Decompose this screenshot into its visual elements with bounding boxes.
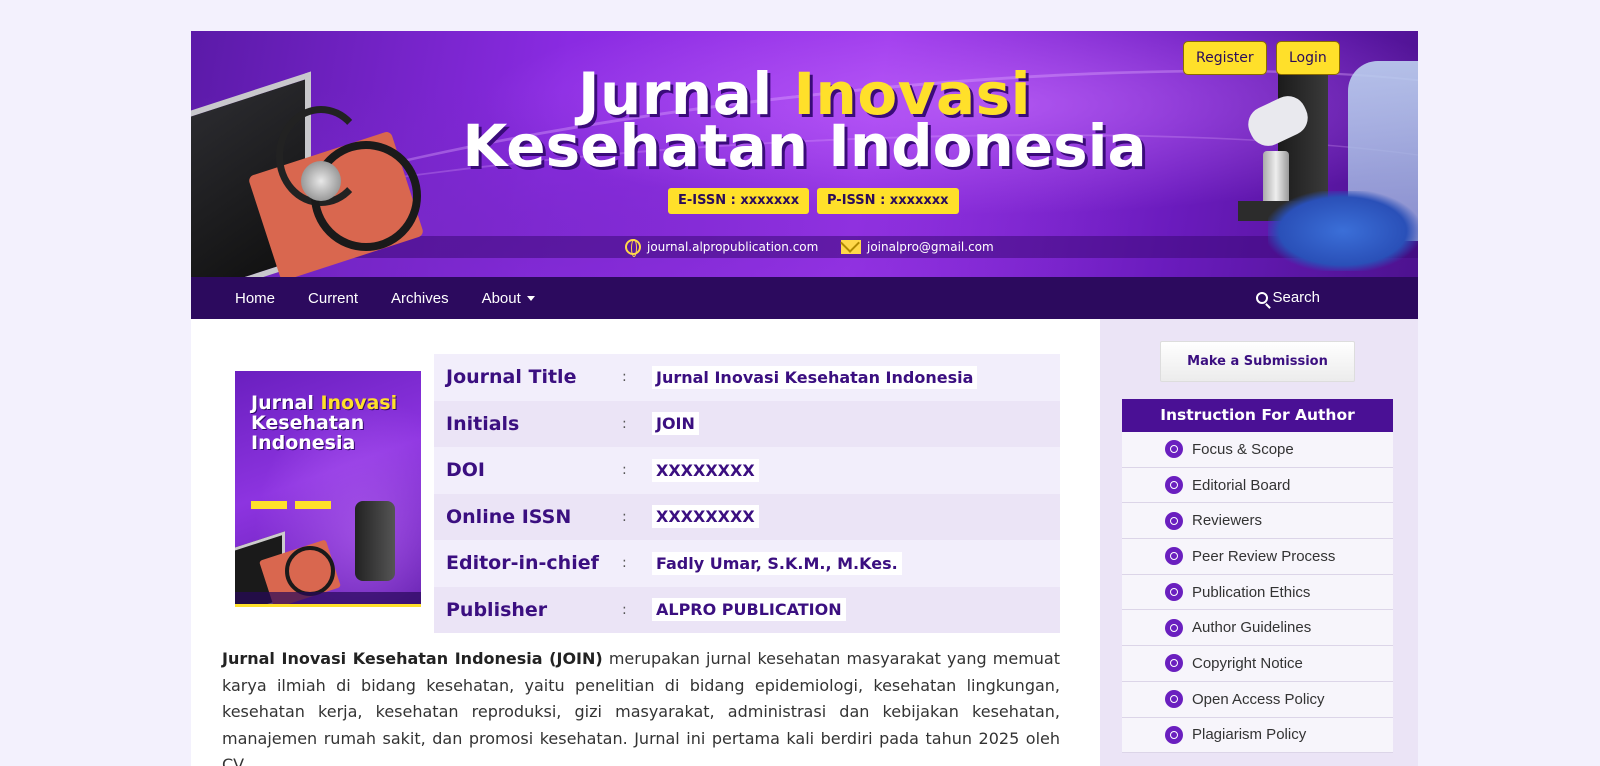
email-contact[interactable]: joinalpro@gmail.com bbox=[841, 238, 994, 256]
info-key: Initials bbox=[446, 412, 520, 435]
description-bold: Jurnal Inovasi Kesehatan Indonesia (JOIN… bbox=[222, 649, 603, 668]
email-text: joinalpro@gmail.com bbox=[867, 240, 994, 254]
info-key: Online ISSN bbox=[446, 505, 572, 528]
info-row: Editor-in-chief : Fadly Umar, S.K.M., M.… bbox=[434, 540, 1060, 587]
login-button[interactable]: Login bbox=[1276, 41, 1340, 75]
cover-title-highlight: Inovasi bbox=[320, 392, 398, 414]
sidebar-item-author-guidelines[interactable]: Author Guidelines bbox=[1122, 610, 1393, 647]
info-row: DOI : XXXXXXXX bbox=[434, 447, 1060, 494]
sidebar-item-label: Plagiarism Policy bbox=[1192, 726, 1307, 744]
nav-about[interactable]: About bbox=[482, 290, 535, 307]
target-icon bbox=[1165, 440, 1183, 459]
nav-about-label: About bbox=[481, 289, 521, 307]
review-process-icon bbox=[1165, 547, 1183, 566]
group-icon bbox=[1165, 476, 1183, 495]
make-submission-button[interactable]: Make a Submission bbox=[1160, 341, 1355, 382]
info-key: Editor-in-chief bbox=[446, 552, 599, 575]
header-banner: Jurnal Inovasi Kesehatan Indonesia E-ISS… bbox=[191, 31, 1418, 277]
main-nav: Home Current Archives About Search bbox=[191, 277, 1418, 319]
sidebar-item-label: Open Access Policy bbox=[1192, 690, 1325, 708]
info-separator: : bbox=[622, 508, 627, 525]
sidebar-item-label: Peer Review Process bbox=[1192, 547, 1336, 565]
journal-description: Jurnal Inovasi Kesehatan Indonesia (JOIN… bbox=[222, 646, 1060, 766]
register-button[interactable]: Register bbox=[1183, 41, 1267, 75]
glove-image bbox=[1268, 191, 1418, 271]
cover-title-part1: Jurnal bbox=[251, 392, 314, 414]
ethics-icon bbox=[1165, 583, 1183, 602]
info-row: Journal Title : Jurnal Inovasi Kesehatan… bbox=[434, 354, 1060, 401]
sidebar-item-focus-scope[interactable]: Focus & Scope bbox=[1122, 432, 1393, 468]
website-contact[interactable]: journal.alpropublication.com bbox=[625, 238, 819, 257]
instruction-list: Focus & Scope Editorial Board Reviewers … bbox=[1122, 432, 1393, 754]
sidebar-item-label: Editorial Board bbox=[1192, 476, 1291, 494]
sidebar-item-label: Publication Ethics bbox=[1192, 583, 1311, 601]
globe-icon bbox=[625, 239, 641, 257]
caret-down-icon bbox=[526, 296, 535, 302]
sidebar-item-copyright[interactable]: Copyright Notice bbox=[1122, 646, 1393, 682]
info-value: XXXXXXXX bbox=[652, 505, 759, 529]
info-key: Journal Title bbox=[446, 366, 577, 389]
search-icon bbox=[1256, 291, 1269, 304]
sidebar-item-label: Focus & Scope bbox=[1192, 440, 1294, 458]
sidebar: Make a Submission Instruction For Author… bbox=[1100, 319, 1418, 766]
info-row: Initials : JOIN bbox=[434, 400, 1060, 447]
title-line2: Kesehatan Indonesia bbox=[462, 112, 1147, 180]
reviewer-icon bbox=[1165, 511, 1183, 530]
info-key: Publisher bbox=[446, 598, 548, 621]
banner-title: Jurnal Inovasi Kesehatan Indonesia bbox=[191, 65, 1418, 175]
info-value: XXXXXXXX bbox=[652, 458, 759, 482]
sidebar-item-peer-review[interactable]: Peer Review Process bbox=[1122, 539, 1393, 575]
search-label: Search bbox=[1272, 289, 1320, 306]
nav-archives[interactable]: Archives bbox=[391, 290, 449, 307]
sidebar-item-label: Reviewers bbox=[1192, 512, 1263, 530]
info-row: Online ISSN : XXXXXXXX bbox=[434, 493, 1060, 540]
open-lock-icon bbox=[1165, 690, 1183, 709]
info-separator: : bbox=[622, 415, 627, 432]
nav-search[interactable]: Search bbox=[1256, 289, 1320, 306]
info-separator: : bbox=[622, 369, 627, 386]
author-icon bbox=[1165, 618, 1183, 637]
cover-title-line2: Kesehatan bbox=[251, 412, 365, 434]
pissn-badge: P-ISSN : xxxxxxx bbox=[817, 188, 959, 214]
info-separator: : bbox=[622, 555, 627, 572]
info-value: Fadly Umar, S.K.M., M.Kes. bbox=[652, 551, 902, 575]
eissn-badge: E-ISSN : xxxxxxx bbox=[668, 188, 810, 214]
info-separator: : bbox=[622, 462, 627, 479]
journal-info-table: Journal Title : Jurnal Inovasi Kesehatan… bbox=[434, 354, 1060, 633]
sidebar-item-open-access[interactable]: Open Access Policy bbox=[1122, 681, 1393, 718]
sidebar-item-publication-ethics[interactable]: Publication Ethics bbox=[1122, 574, 1393, 611]
cover-issn-badge bbox=[251, 501, 287, 509]
mail-icon bbox=[841, 240, 861, 254]
cover-issn-badge bbox=[295, 501, 331, 509]
sidebar-item-label: Author Guidelines bbox=[1192, 619, 1312, 637]
journal-cover: Jurnal Inovasi Kesehatan Indonesia bbox=[235, 371, 421, 607]
nav-home[interactable]: Home bbox=[235, 290, 275, 307]
info-key: DOI bbox=[446, 459, 485, 482]
sidebar-item-editorial-board[interactable]: Editorial Board bbox=[1122, 467, 1393, 504]
info-separator: : bbox=[622, 601, 627, 618]
cover-microscope-image bbox=[355, 501, 395, 581]
cover-footer-band bbox=[235, 592, 421, 604]
plagiarism-icon bbox=[1165, 725, 1183, 744]
info-value: JOIN bbox=[652, 412, 699, 436]
website-text: journal.alpropublication.com bbox=[647, 240, 819, 254]
cover-stethoscope-image bbox=[285, 546, 335, 596]
cover-title-line3: Indonesia bbox=[251, 432, 356, 454]
page-wrapper: Jurnal Inovasi Kesehatan Indonesia E-ISS… bbox=[191, 31, 1418, 766]
sidebar-item-reviewers[interactable]: Reviewers bbox=[1122, 503, 1393, 540]
nav-current[interactable]: Current bbox=[308, 290, 358, 307]
info-value: Jurnal Inovasi Kesehatan Indonesia bbox=[652, 365, 978, 389]
sidebar-item-plagiarism[interactable]: Plagiarism Policy bbox=[1122, 717, 1393, 754]
main-content: Jurnal Inovasi Kesehatan Indonesia Journ… bbox=[191, 319, 1100, 766]
info-row: Publisher : ALPRO PUBLICATION bbox=[434, 586, 1060, 633]
sidebar-item-label: Copyright Notice bbox=[1192, 654, 1303, 672]
copyright-icon bbox=[1165, 654, 1183, 673]
info-value: ALPRO PUBLICATION bbox=[652, 598, 846, 622]
instruction-heading: Instruction For Author bbox=[1122, 399, 1393, 432]
